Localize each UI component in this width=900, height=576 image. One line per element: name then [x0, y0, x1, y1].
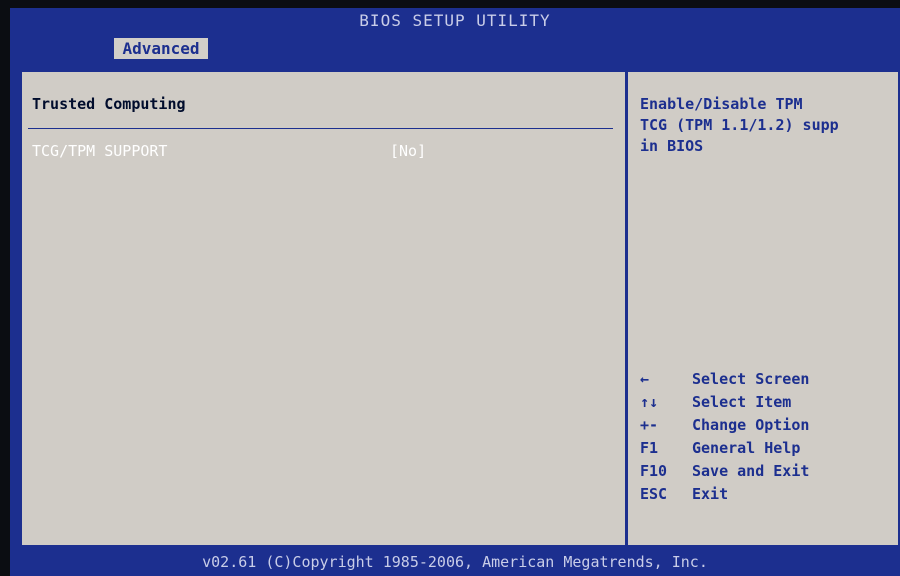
help-line: in BIOS	[640, 137, 704, 155]
key-description: Save and Exit	[692, 462, 810, 480]
help-panel: Enable/Disable TPM TCG (TPM 1.1/1.2) sup…	[626, 70, 900, 547]
settings-panel: Trusted Computing TCG/TPM SUPPORT [No]	[20, 70, 627, 547]
plus-minus-key: +-	[640, 416, 659, 434]
tab-advanced[interactable]: Advanced	[114, 38, 208, 59]
key-description: General Help	[692, 439, 801, 457]
key-row: ESC Exit	[640, 483, 890, 506]
key-row: F1 General Help	[640, 437, 890, 460]
key-description: Select Item	[692, 393, 792, 411]
f1-key: F1	[640, 439, 659, 457]
key-description: Select Screen	[692, 370, 810, 388]
f10-key: F10	[640, 462, 668, 480]
section-divider	[28, 128, 613, 129]
left-arrow-key: ←	[640, 370, 650, 388]
help-line: TCG (TPM 1.1/1.2) supp	[640, 116, 839, 134]
up-down-arrows-key: ↑↓	[640, 393, 659, 411]
key-legend: ← Select Screen ↑↓ Select Item +- Change…	[640, 368, 890, 506]
bios-title: BIOS SETUP UTILITY	[359, 11, 551, 30]
help-line: Enable/Disable TPM	[640, 95, 803, 113]
setting-label: TCG/TPM SUPPORT	[32, 142, 168, 160]
section-title: Trusted Computing	[32, 95, 186, 113]
esc-key: ESC	[640, 485, 668, 503]
setting-tcg-tpm-support[interactable]: TCG/TPM SUPPORT [No]	[32, 142, 592, 162]
key-row: +- Change Option	[640, 414, 890, 437]
help-text: Enable/Disable TPM TCG (TPM 1.1/1.2) sup…	[640, 94, 900, 157]
copyright-footer: v02.61 (C)Copyright 1985-2006, American …	[202, 553, 708, 571]
tab-bar: Advanced	[10, 32, 900, 66]
key-row: ← Select Screen	[640, 368, 890, 391]
key-row: ↑↓ Select Item	[640, 391, 890, 414]
setting-value[interactable]: [No]	[390, 142, 426, 160]
key-row: F10 Save and Exit	[640, 460, 890, 483]
bios-screen: BIOS SETUP UTILITY Advanced Trusted Comp…	[10, 8, 900, 576]
key-description: Change Option	[692, 416, 810, 434]
key-description: Exit	[692, 485, 729, 503]
